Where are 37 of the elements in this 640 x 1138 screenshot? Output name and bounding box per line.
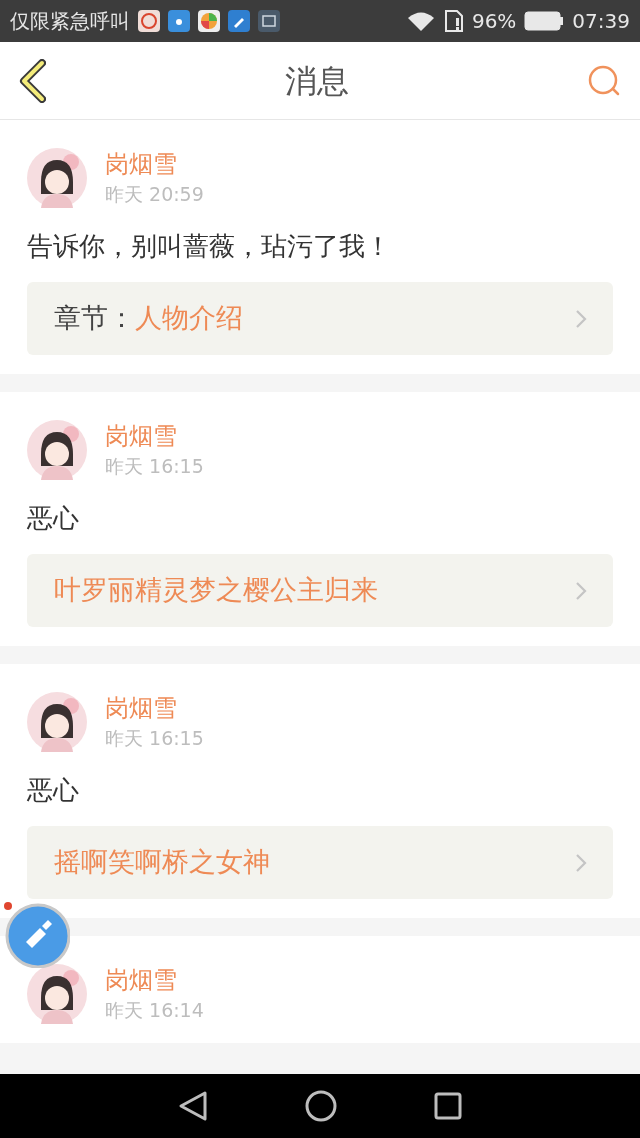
message-text: 恶心: [27, 774, 80, 807]
home-nav-icon[interactable]: [305, 1090, 337, 1122]
avatar: [27, 692, 87, 752]
back-nav-icon[interactable]: [178, 1090, 209, 1122]
clock: 07:39: [572, 8, 630, 35]
battery-percent: 96%: [471, 8, 517, 35]
image-icon: [258, 10, 280, 32]
timestamp: 昨天 16:15: [105, 454, 204, 479]
username[interactable]: 岗烟雪: [105, 148, 204, 180]
timestamp: 昨天 20:59: [105, 182, 204, 207]
source-link[interactable]: 章节：人物介绍: [27, 282, 613, 355]
wifi-app-icon: [168, 10, 190, 32]
message-text: 恶心: [27, 502, 80, 535]
sim-alert-icon: [443, 9, 464, 33]
timestamp: 昨天 16:14: [105, 998, 204, 1023]
battery-icon: [524, 11, 565, 31]
username[interactable]: 岗烟雪: [105, 964, 204, 996]
recents-nav-icon[interactable]: [433, 1092, 462, 1120]
broom-app-icon: [228, 10, 250, 32]
username[interactable]: 岗烟雪: [105, 420, 204, 452]
back-button[interactable]: [18, 58, 48, 103]
timestamp: 昨天 16:15: [105, 726, 204, 751]
avatar: [27, 964, 87, 1024]
avatar: [27, 420, 87, 480]
chevron-icon: [575, 308, 587, 329]
chevron-icon: [575, 852, 587, 873]
carrier-text: 仅限紧急呼叫: [10, 8, 130, 35]
page-title: 消息: [285, 60, 349, 102]
source-link[interactable]: 摇啊笑啊桥之女神: [27, 826, 613, 899]
colorful-app-icon: [198, 10, 220, 32]
avatar: [27, 148, 87, 208]
source-link[interactable]: 叶罗丽精灵梦之樱公主归来: [27, 554, 613, 627]
message-text: 告诉你，别叫蔷薇，玷污了我！: [27, 230, 392, 263]
notification-icon: [138, 10, 160, 32]
floating-broom-button[interactable]: [2, 900, 70, 968]
chevron-icon: [575, 580, 587, 601]
username[interactable]: 岗烟雪: [105, 692, 204, 724]
